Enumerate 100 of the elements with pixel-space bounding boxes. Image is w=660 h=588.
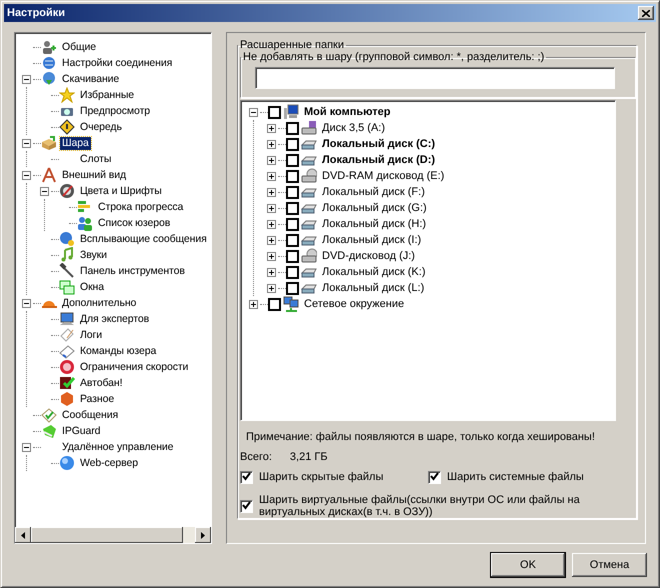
folder-tree-item[interactable]: Локальный диск (L:) <box>320 282 426 294</box>
nav-item[interactable]: Звуки <box>78 248 109 262</box>
windows-icon <box>59 279 75 295</box>
checkbox[interactable] <box>286 170 299 182</box>
scrollbar[interactable] <box>15 527 211 543</box>
nav-item[interactable]: Удалённое управление <box>60 440 176 454</box>
nav-item[interactable]: Панель инструментов <box>78 264 187 278</box>
checkbox[interactable] <box>268 106 281 118</box>
nav-item[interactable]: Избранные <box>78 88 136 102</box>
scroll-left-button[interactable] <box>15 527 31 543</box>
nav-item[interactable]: Настройки соединения <box>60 56 174 70</box>
nav-item[interactable]: Слоты <box>78 152 114 166</box>
check-icon <box>59 375 75 391</box>
folder-tree-item[interactable]: Локальный диск (K:) <box>320 266 428 278</box>
collapse-icon[interactable] <box>22 170 31 180</box>
checkbox[interactable] <box>286 282 299 294</box>
nav-item[interactable]: Скачивание <box>60 72 122 86</box>
scroll-right-button[interactable] <box>195 527 211 543</box>
expand-icon[interactable] <box>267 252 276 260</box>
checkbox[interactable] <box>286 186 299 198</box>
expand-icon[interactable] <box>267 156 276 164</box>
expand-icon[interactable] <box>267 204 276 212</box>
folder-tree-item[interactable]: Локальный диск (G:) <box>320 202 429 214</box>
hammer-icon <box>59 263 75 279</box>
checkbox[interactable] <box>286 218 299 230</box>
nav-item[interactable]: Шара <box>60 136 91 150</box>
exclude-field[interactable] <box>255 67 615 89</box>
folder-tree-item[interactable]: DVD-RAM дисковод (E:) <box>320 170 446 182</box>
people-icon <box>77 215 93 231</box>
checkbox[interactable] <box>286 234 299 246</box>
nav-item[interactable]: Команды юзера <box>78 344 158 358</box>
folder-tree-item[interactable]: Сетевое окружение <box>302 298 406 310</box>
expand-icon[interactable] <box>267 236 276 244</box>
checkbox[interactable] <box>240 500 253 512</box>
nav-item[interactable]: Предпросмотр <box>78 104 152 118</box>
paper-icon <box>59 327 75 343</box>
group-title: Не добавлять в шару (групповой символ: *, разделитель: ;) <box>242 51 546 63</box>
person-icon <box>41 39 57 55</box>
nav-item[interactable]: Автобан! <box>78 376 124 390</box>
expand-icon[interactable] <box>267 284 276 292</box>
expand-icon[interactable] <box>267 220 276 228</box>
expand-icon[interactable] <box>267 268 276 276</box>
cancel-button[interactable]: Отмена <box>572 553 647 577</box>
checkbox-label[interactable]: Шарить системные файлы <box>447 471 584 483</box>
nav-item[interactable]: Сообщения <box>60 408 120 422</box>
checkbox[interactable] <box>240 471 253 484</box>
expand-icon[interactable] <box>267 172 276 180</box>
expand-icon[interactable] <box>267 140 276 148</box>
collapse-icon[interactable] <box>249 108 258 116</box>
window-title: Настройки <box>7 7 66 19</box>
close-button[interactable] <box>638 6 654 20</box>
nav-item[interactable]: Для экспертов <box>78 312 152 326</box>
nav-item[interactable]: Цвета и Шрифты <box>78 184 164 198</box>
checkbox[interactable] <box>286 202 299 214</box>
nav-item[interactable]: IPGuard <box>60 424 102 438</box>
bars-icon <box>77 199 93 215</box>
total-value: 3,21 ГБ <box>290 451 328 463</box>
folder-tree-item[interactable]: Диск 3,5 (A:) <box>320 122 388 134</box>
checkbox-label[interactable]: Шарить скрытые файлы <box>259 471 384 483</box>
checkbox[interactable] <box>428 471 441 484</box>
globe-icon <box>59 455 75 471</box>
box-icon <box>41 135 57 151</box>
folder-tree-item[interactable]: DVD-дисковод (J:) <box>320 250 417 262</box>
nav-item[interactable]: Внешний вид <box>60 168 128 182</box>
checkbox[interactable] <box>286 250 299 262</box>
collapse-icon[interactable] <box>22 442 31 452</box>
warning-sign-icon <box>59 119 75 135</box>
nav-item[interactable]: Окна <box>78 280 106 294</box>
nav-item[interactable]: Строка прогресса <box>96 200 186 214</box>
expand-icon[interactable] <box>249 300 258 308</box>
checkbox[interactable] <box>286 138 299 150</box>
checkbox[interactable] <box>286 266 299 278</box>
expand-icon[interactable] <box>267 124 276 132</box>
collapse-icon[interactable] <box>22 138 31 148</box>
collapse-icon[interactable] <box>22 298 31 308</box>
folder-tree-item[interactable]: Локальный диск (D:) <box>320 154 438 166</box>
folder-tree-item[interactable]: Локальный диск (I:) <box>320 234 424 246</box>
nav-item[interactable]: Очередь <box>78 120 124 134</box>
nav-item[interactable]: Всплывающие сообщения <box>78 232 209 246</box>
nav-item[interactable]: Логи <box>78 328 104 342</box>
nav-item[interactable]: Web-сервер <box>78 456 140 470</box>
folder-tree-item[interactable]: Мой компьютер <box>302 106 393 118</box>
check-icon <box>41 407 57 423</box>
checkbox[interactable] <box>268 298 281 310</box>
checkbox-label[interactable]: Шарить виртуальные файлы(ссылки внутри ОС или файлы на виртуальных дисках(в т.ч. в ОЗУ)) <box>259 494 610 518</box>
nav-item[interactable]: Общие <box>60 40 98 54</box>
collapse-icon[interactable] <box>40 186 49 196</box>
folder-tree-item[interactable]: Локальный диск (F:) <box>320 186 427 198</box>
nav-item[interactable]: Разное <box>78 392 116 406</box>
checkbox[interactable] <box>286 154 299 166</box>
checkbox[interactable] <box>286 122 299 134</box>
nav-item[interactable]: Ограничения скорости <box>78 360 190 374</box>
expand-icon[interactable] <box>267 188 276 196</box>
collapse-icon[interactable] <box>22 74 31 84</box>
nav-item[interactable]: Дополнительно <box>60 296 138 310</box>
nav-item[interactable]: Список юзеров <box>96 216 172 230</box>
folder-tree-item[interactable]: Локальный диск (H:) <box>320 218 428 230</box>
optical-drive-icon <box>301 168 317 184</box>
folder-tree-item[interactable]: Локальный диск (C:) <box>320 138 438 150</box>
ok-button[interactable]: OK <box>491 553 565 577</box>
